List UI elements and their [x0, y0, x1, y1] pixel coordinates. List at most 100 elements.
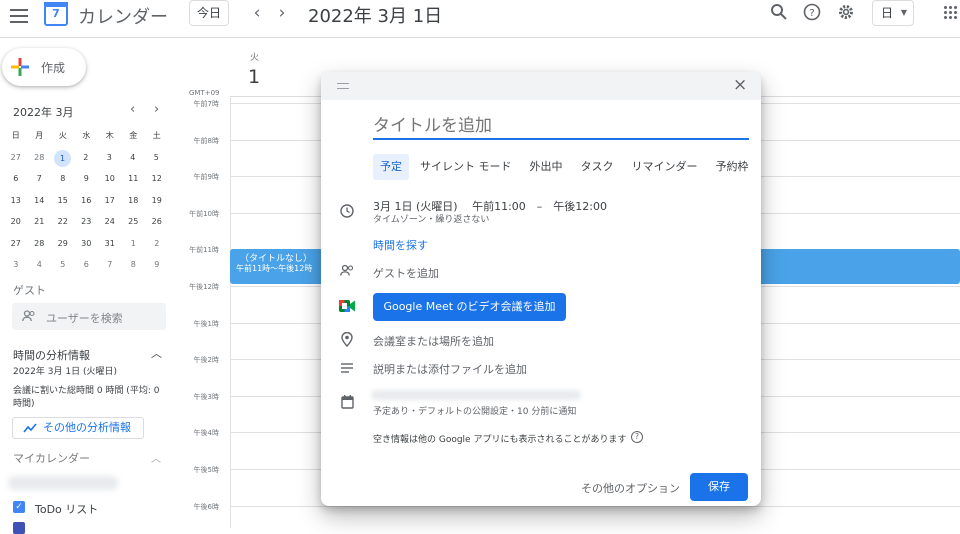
- close-icon[interactable]: ×: [733, 75, 747, 95]
- todo-list-label: ToDo リスト: [35, 503, 99, 516]
- mini-day[interactable]: 19: [145, 191, 169, 213]
- mini-day[interactable]: 3: [98, 148, 122, 170]
- add-guests-field[interactable]: ゲストを追加: [373, 265, 439, 281]
- mini-day[interactable]: 8: [51, 169, 75, 191]
- time-label: 午前10時: [189, 209, 219, 218]
- chevron-up-icon[interactable]: ︿: [151, 450, 161, 465]
- insights-line1: 会議に割いた総時間 0 時間 (平均: 0: [13, 386, 160, 396]
- svg-text:?: ?: [809, 8, 814, 19]
- time-insights-title: 時間の分析情報: [13, 349, 90, 362]
- mini-day[interactable]: 6: [4, 169, 28, 191]
- mini-day[interactable]: 28: [28, 148, 52, 170]
- time-label: 午前8時: [193, 136, 219, 145]
- timezone-repeat[interactable]: タイムゾーン・繰り返さない: [373, 212, 489, 225]
- mini-day[interactable]: 5: [51, 255, 75, 277]
- blurred-calendar-owner: [371, 390, 581, 400]
- mini-day[interactable]: 9: [145, 255, 169, 277]
- location-icon: [339, 331, 355, 348]
- mini-day[interactable]: 15: [51, 191, 75, 213]
- mini-day[interactable]: 11: [122, 169, 146, 191]
- main-menu-icon[interactable]: [10, 9, 28, 23]
- mini-prev-month-button[interactable]: ‹: [130, 102, 135, 117]
- todo-checkbox[interactable]: ✓: [13, 501, 25, 513]
- mini-day[interactable]: 2: [74, 148, 98, 170]
- mini-day[interactable]: 9: [75, 169, 99, 191]
- create-button[interactable]: 作成: [2, 48, 86, 86]
- event-type-tab[interactable]: 外出中: [523, 154, 570, 180]
- mini-day[interactable]: 6: [75, 255, 99, 277]
- mini-day[interactable]: 5: [145, 148, 169, 170]
- search-icon[interactable]: [769, 3, 789, 23]
- mini-day[interactable]: 14: [28, 191, 52, 213]
- mini-day[interactable]: 12: [145, 169, 169, 191]
- view-selector-label: 日: [881, 6, 894, 20]
- mini-day[interactable]: 13: [4, 191, 28, 213]
- search-users-input[interactable]: ユーザーを検索: [12, 303, 166, 330]
- mini-day[interactable]: 25: [122, 212, 146, 234]
- add-location-field[interactable]: 会議室または場所を追加: [373, 333, 494, 349]
- apps-grid-icon[interactable]: [944, 6, 958, 20]
- event-type-tab[interactable]: タスク: [574, 154, 621, 180]
- mini-day[interactable]: 27: [4, 148, 28, 170]
- more-options-button[interactable]: その他のオプション: [581, 480, 680, 496]
- event-title-input[interactable]: [373, 114, 749, 140]
- mini-day[interactable]: 4: [121, 148, 145, 170]
- mini-day[interactable]: 20: [4, 212, 28, 234]
- settings-gear-icon[interactable]: [836, 3, 856, 23]
- mini-day[interactable]: 27: [4, 234, 28, 256]
- mini-next-month-button[interactable]: ›: [154, 102, 159, 117]
- event-type-tab[interactable]: 予定: [373, 154, 409, 180]
- event-type-tabs: 予定 サイレント モード 外出中 タスク リマインダー 予約枠: [373, 154, 760, 180]
- calendar-icon: [339, 395, 355, 411]
- mini-day[interactable]: 28: [28, 234, 52, 256]
- today-button[interactable]: 今日: [189, 0, 229, 26]
- mini-day[interactable]: 23: [75, 212, 99, 234]
- mini-day[interactable]: 24: [98, 212, 122, 234]
- calendar-settings-summary[interactable]: 予定あり・デフォルトの公開設定・10 分前に通知: [373, 404, 576, 417]
- find-time-link[interactable]: 時間を探す: [373, 237, 428, 253]
- mini-day[interactable]: 1: [122, 234, 146, 256]
- next-day-button[interactable]: ›: [274, 3, 290, 23]
- time-label: 午前7時: [193, 100, 219, 108]
- mini-day[interactable]: 30: [75, 234, 99, 256]
- mini-day[interactable]: 31: [98, 234, 122, 256]
- google-meet-icon: [339, 299, 355, 315]
- mini-day[interactable]: 1: [54, 149, 71, 167]
- drag-handle-icon[interactable]: [337, 83, 349, 89]
- event-type-tab[interactable]: リマインダー: [625, 154, 705, 180]
- weekday-header: 木: [105, 131, 114, 140]
- trend-icon: [23, 423, 37, 433]
- mini-day[interactable]: 26: [145, 212, 169, 234]
- prev-day-button[interactable]: ‹: [249, 3, 265, 23]
- add-google-meet-button[interactable]: Google Meet のビデオ会議を追加: [373, 293, 566, 321]
- mini-day[interactable]: 2: [145, 234, 169, 256]
- help-icon[interactable]: ?: [802, 3, 822, 23]
- mini-day[interactable]: 4: [28, 255, 52, 277]
- more-insights-button[interactable]: その他の分析情報: [12, 417, 144, 439]
- calendar-checkbox[interactable]: [13, 522, 25, 534]
- event-type-tab[interactable]: 予約枠: [709, 154, 756, 180]
- view-selector[interactable]: 日 ▼: [872, 0, 914, 26]
- mini-day[interactable]: 8: [122, 255, 146, 277]
- weekday-header: 水: [82, 131, 91, 140]
- mini-day[interactable]: 3: [4, 255, 28, 277]
- mini-day[interactable]: 16: [75, 191, 99, 213]
- help-icon[interactable]: ?: [631, 431, 643, 443]
- mini-day[interactable]: 17: [98, 191, 122, 213]
- add-description-field[interactable]: 説明または添付ファイルを追加: [373, 361, 527, 377]
- save-button[interactable]: 保存: [690, 473, 748, 501]
- chevron-up-icon[interactable]: ︿: [151, 345, 162, 361]
- mini-day[interactable]: 10: [98, 169, 122, 191]
- event-type-tab[interactable]: サイレント モード: [413, 154, 519, 180]
- mini-day[interactable]: 21: [28, 212, 52, 234]
- time-label: 午後12時: [189, 283, 219, 291]
- dialog-drag-bar[interactable]: ×: [321, 72, 761, 100]
- availability-note: 空き情報は他の Google アプリにも表示されることがあります: [373, 435, 627, 445]
- mini-day[interactable]: 18: [122, 191, 146, 213]
- mini-day[interactable]: 29: [51, 234, 75, 256]
- mini-day[interactable]: 22: [51, 212, 75, 234]
- app-header: 7 カレンダー 今日 ‹ › 2022年 3月 1日 ? 日 ▼: [0, 0, 960, 38]
- mini-day[interactable]: 7: [98, 255, 122, 277]
- mini-day[interactable]: 7: [28, 169, 52, 191]
- time-label: 午後6時: [193, 502, 219, 511]
